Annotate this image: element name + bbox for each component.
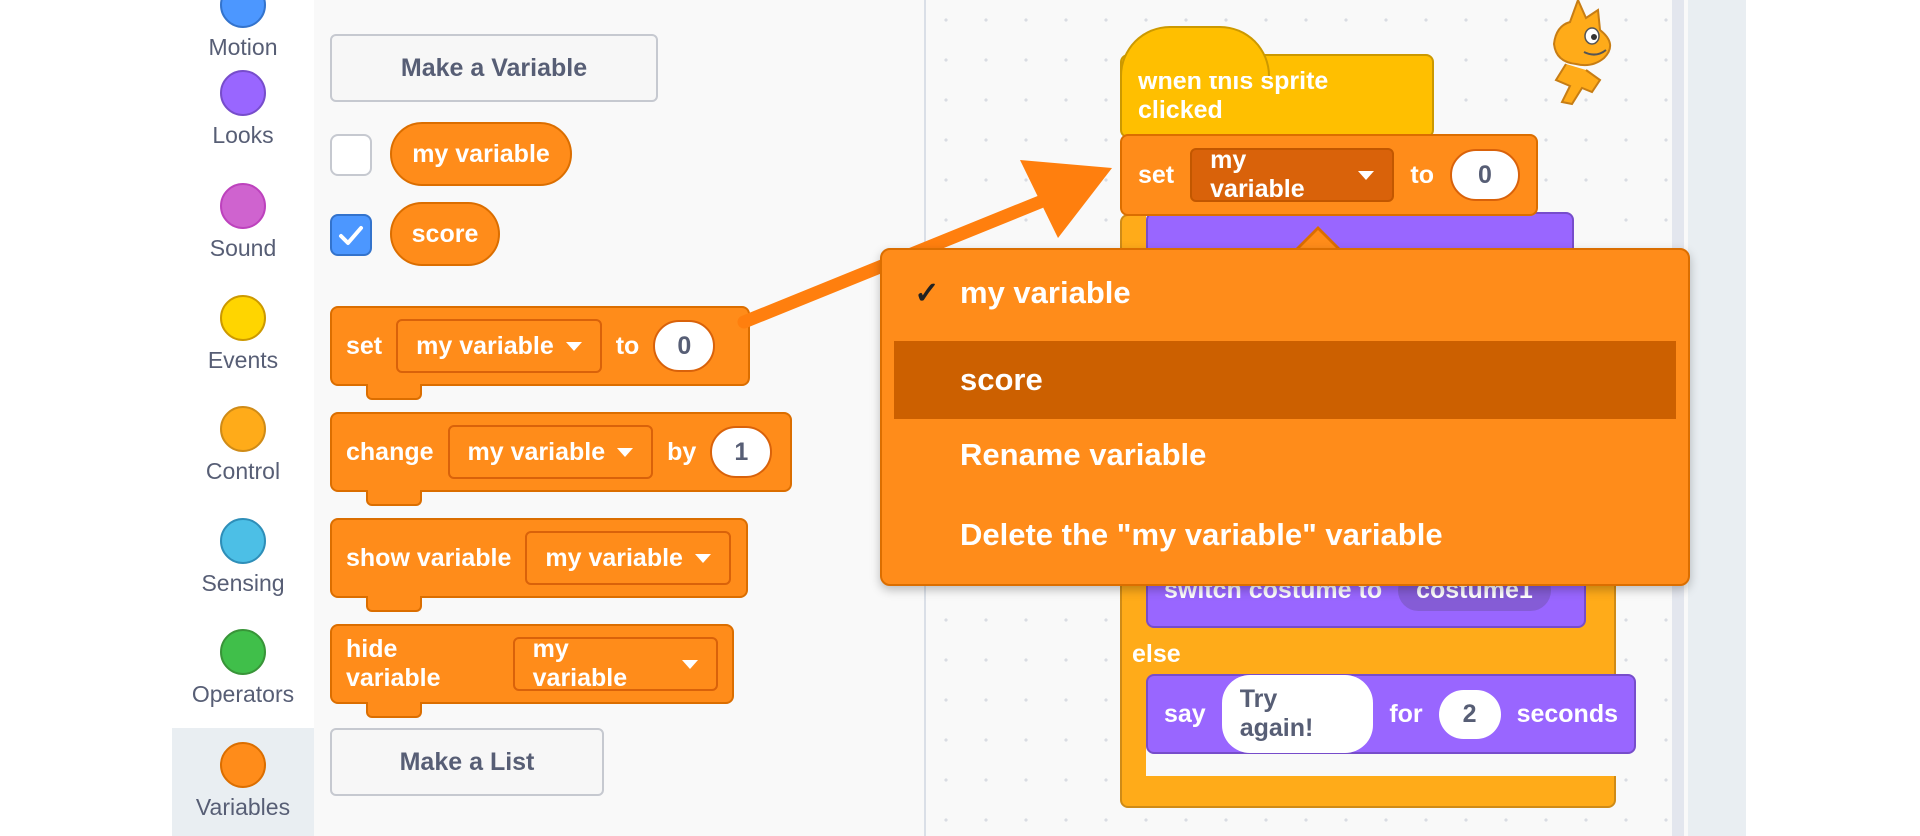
variable-dropdown-menu: ✓ my variable score Rename variable Dele… xyxy=(880,248,1690,586)
menu-item-label: score xyxy=(960,362,1043,397)
checkmark-icon: ✓ xyxy=(914,276,940,310)
menu-item-delete-variable[interactable]: Delete the "my variable" variable xyxy=(894,496,1676,574)
menu-item-rename-variable[interactable]: Rename variable xyxy=(894,416,1676,494)
menu-item-my-variable[interactable]: ✓ my variable xyxy=(894,254,1676,332)
menu-item-score[interactable]: score xyxy=(894,341,1676,419)
menu-item-label: Delete the "my variable" variable xyxy=(960,517,1443,552)
menu-item-label: my variable xyxy=(960,275,1131,310)
menu-item-label: Rename variable xyxy=(960,437,1207,472)
